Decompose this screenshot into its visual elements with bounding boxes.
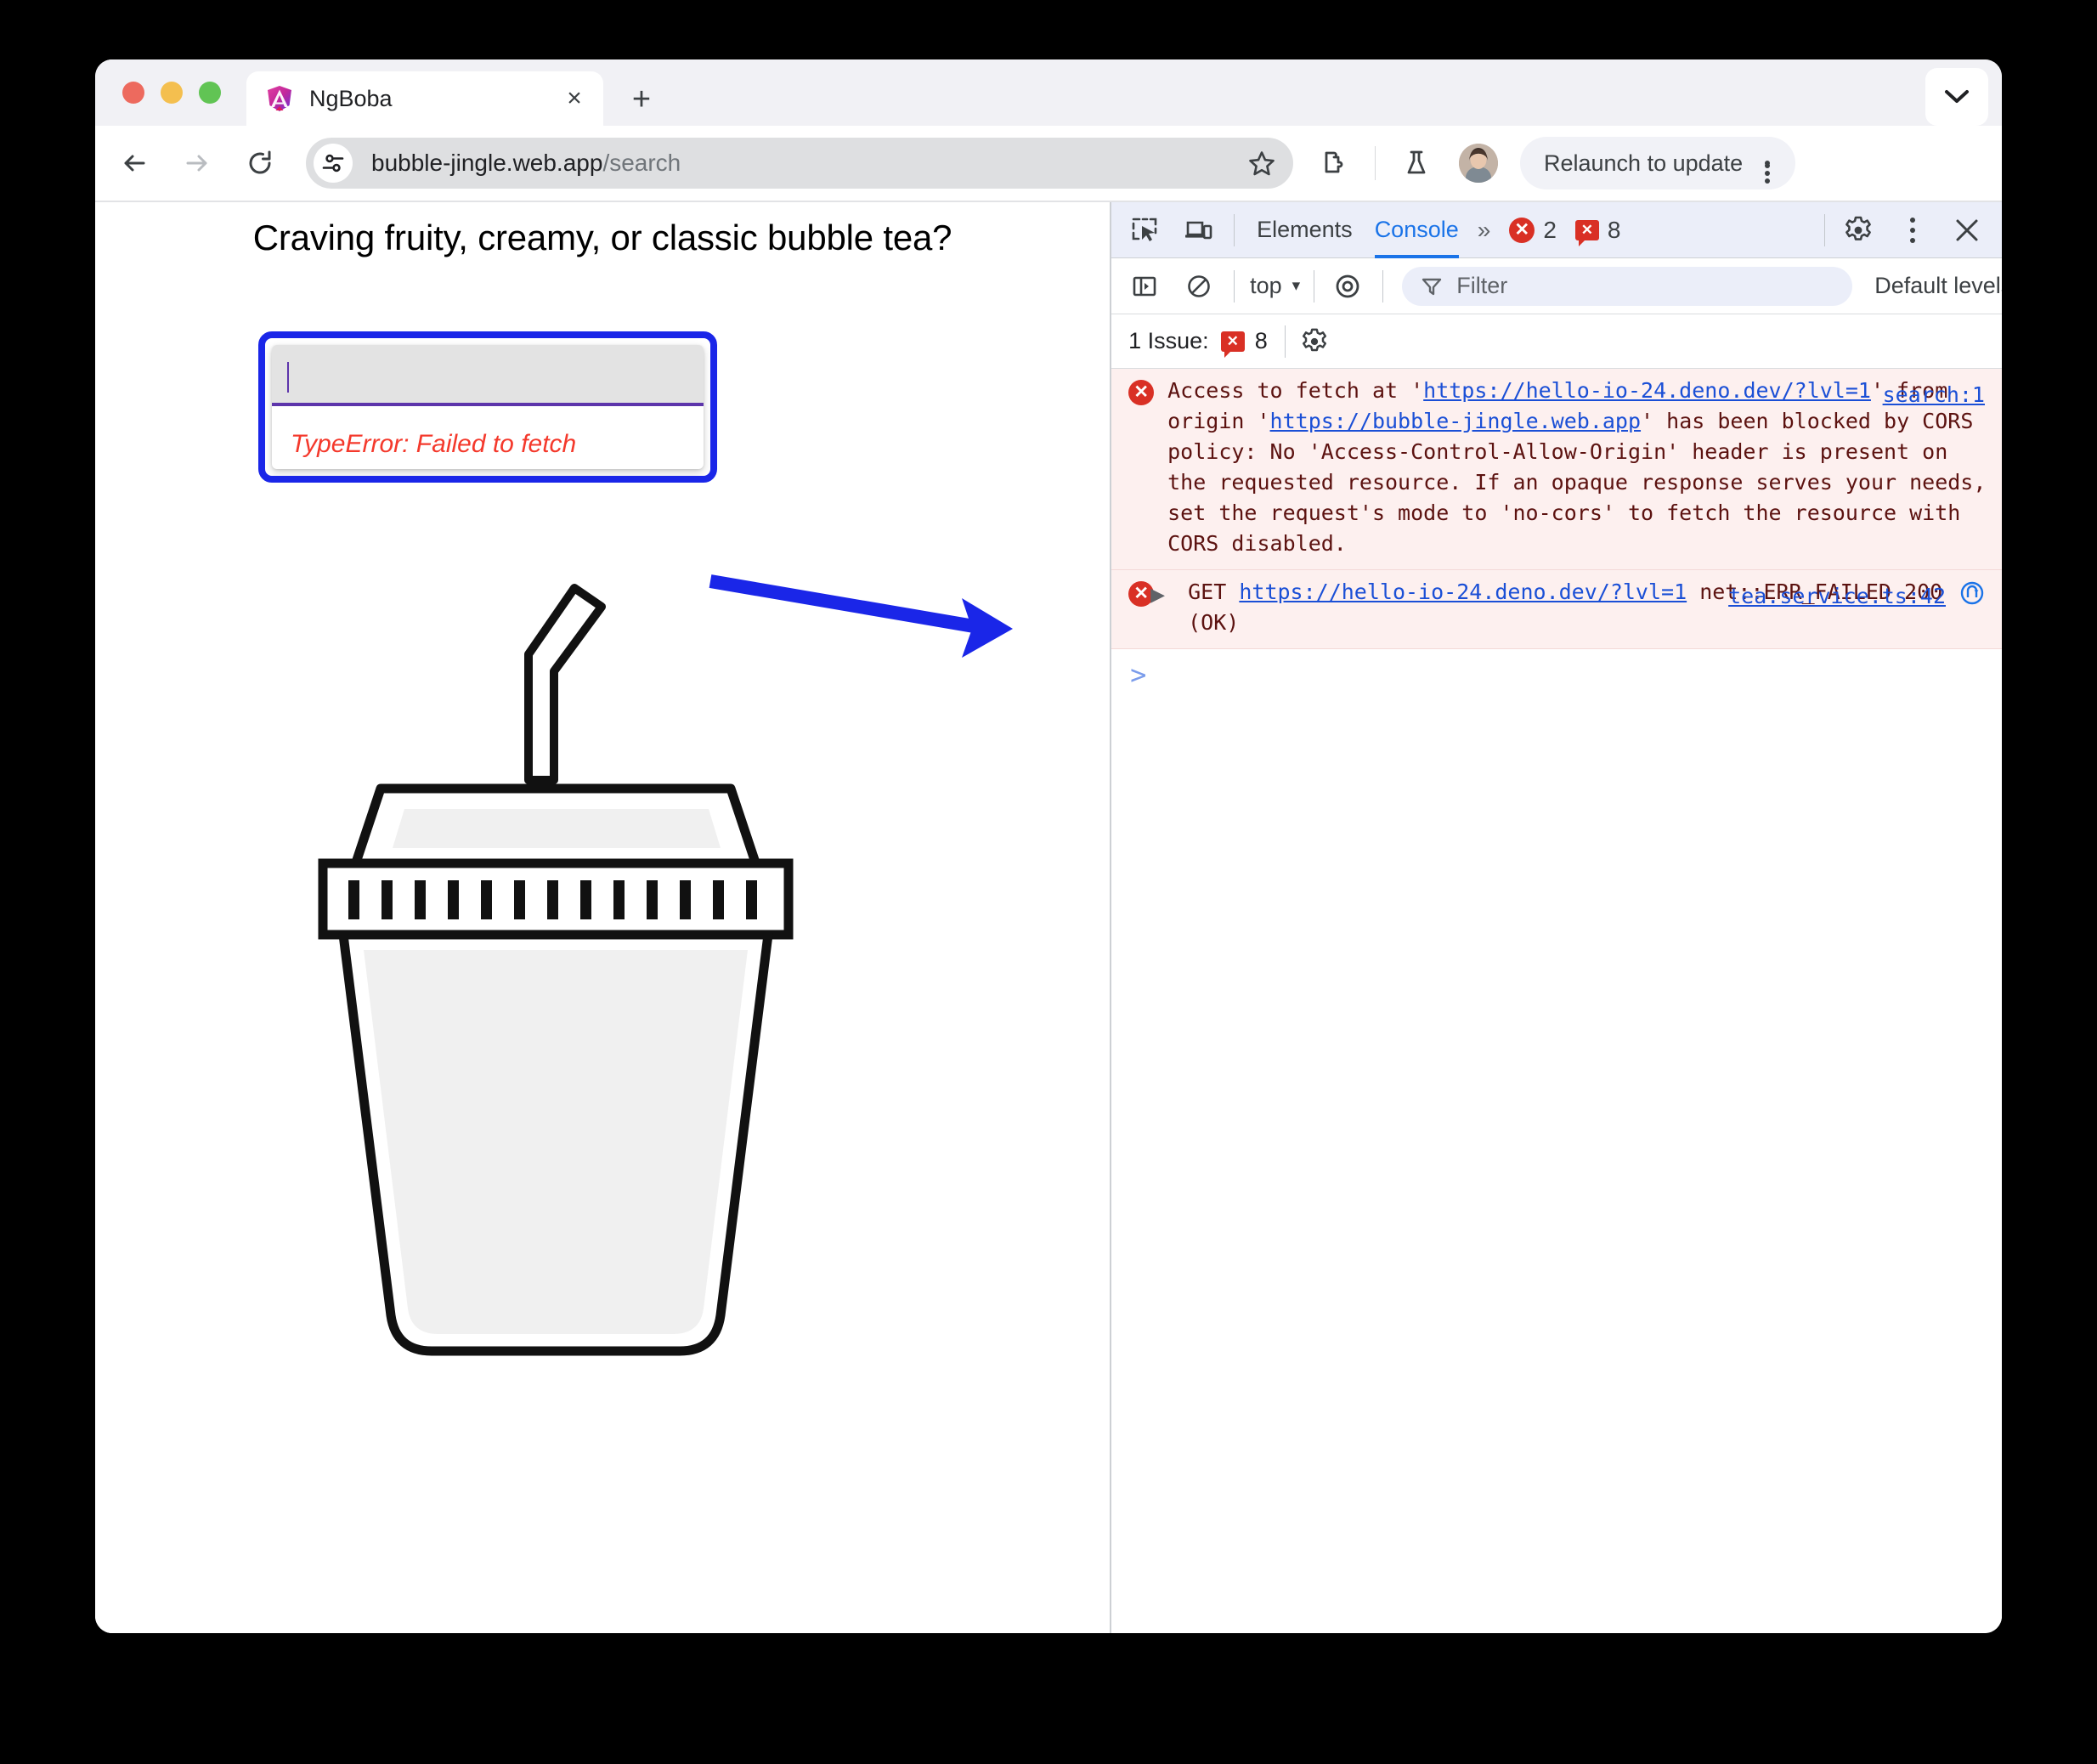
new-tab-button[interactable]: + (622, 80, 661, 119)
browser-tab-ngboba[interactable]: NgBoba × (246, 71, 603, 126)
reload-button[interactable] (236, 139, 284, 187)
browser-window: NgBoba × + bubble-jingle.web.app/search … (95, 59, 2002, 1633)
error-circle-icon: ✕ (1509, 217, 1535, 243)
console-input-prompt[interactable]: > (1111, 649, 2002, 700)
log-levels-label: Default levels (1874, 273, 2002, 298)
kebab-menu-icon[interactable] (1748, 144, 1787, 184)
angular-logo-icon (265, 84, 294, 113)
device-toolbar-icon[interactable] (1178, 209, 1220, 252)
chevron-down-icon: ▾ (1292, 277, 1301, 295)
message-link[interactable]: https://hello-io-24.deno.dev/?lvl=1 (1423, 378, 1871, 403)
tab-console[interactable]: Console (1375, 202, 1459, 258)
extensions-puzzle-icon[interactable] (1312, 141, 1356, 185)
header-divider (1234, 213, 1235, 246)
console-error-message[interactable]: ✕ search:1 Access to fetch at 'https://h… (1111, 369, 2002, 570)
clear-console-icon[interactable] (1178, 265, 1220, 308)
log-levels-select[interactable]: Default levels ▾ (1874, 273, 2002, 299)
console-error-message[interactable]: ✕ ▶ tea.service.ts:42 GET https://hello-… (1111, 570, 2002, 649)
error-count: 2 (1543, 216, 1557, 243)
url-text: bubble-jingle.web.app/search (371, 150, 681, 177)
devtools-panel: Elements Console » ✕ 2 ✕ 8 top ▾ Filter … (1110, 202, 2002, 1633)
flask-beaker-icon[interactable] (1394, 141, 1439, 185)
forward-button[interactable] (173, 139, 221, 187)
minimize-window-button[interactable] (161, 82, 183, 104)
subbar-divider (1234, 269, 1235, 302)
back-button[interactable] (110, 139, 158, 187)
issue-count-badge[interactable]: ✕ 8 (1574, 216, 1621, 246)
message-link[interactable]: https://hello-io-24.deno.dev/?lvl=1 (1239, 580, 1687, 604)
eye-icon[interactable] (1326, 265, 1369, 308)
annotation-highlight-box (258, 331, 717, 483)
issue-bubble-icon: ✕ (1574, 219, 1599, 246)
profile-avatar[interactable] (1459, 144, 1498, 183)
gear-icon[interactable] (1301, 328, 1328, 355)
close-window-button[interactable] (122, 82, 144, 104)
devtools-header: Elements Console » ✕ 2 ✕ 8 (1111, 202, 2002, 258)
toolbar-divider (1375, 146, 1376, 180)
tune-sliders-icon[interactable] (314, 144, 353, 183)
message-segment: Access to fetch at ' (1167, 378, 1424, 403)
browser-toolbar: bubble-jingle.web.app/search Relaunch to… (95, 126, 2002, 201)
maximize-window-button[interactable] (199, 82, 221, 104)
web-page-viewport: Craving fruity, creamy, or classic bubbl… (95, 202, 1111, 1633)
url-host: bubble-jingle.web.app (371, 150, 603, 176)
subbar-divider-3 (1382, 269, 1384, 302)
console-sidebar-icon[interactable] (1123, 265, 1166, 308)
address-bar[interactable]: bubble-jingle.web.app/search (306, 138, 1293, 189)
console-filter-input[interactable]: Filter (1402, 266, 1853, 306)
execution-context-select[interactable]: top ▾ (1250, 273, 1300, 299)
issue-bubble-icon: ✕ (1220, 331, 1245, 358)
issues-divider (1284, 325, 1286, 358)
jump-to-source-icon[interactable] (1959, 580, 1985, 614)
more-tabs-icon[interactable]: » (1478, 217, 1491, 244)
error-count-badge[interactable]: ✕ 2 (1509, 217, 1557, 244)
tab-title: NgBoba (309, 85, 393, 111)
inspect-element-icon[interactable] (1123, 209, 1166, 252)
url-path: /search (602, 150, 681, 176)
error-circle-icon: ✕ (1128, 380, 1155, 405)
issues-label: 1 Issue: (1128, 328, 1209, 353)
close-devtools-icon[interactable] (1946, 209, 1988, 252)
tab-strip: NgBoba × + (95, 59, 2002, 126)
message-source-link[interactable]: search:1 (1883, 380, 1985, 410)
expand-triangle-icon[interactable]: ▶ (1150, 581, 1165, 608)
message-source-link[interactable]: tea.service.ts:42 (1728, 581, 1946, 612)
context-label: top (1250, 273, 1282, 298)
message-text: Access to fetch at 'https://hello-io-24.… (1167, 376, 1988, 559)
prompt-chevron-icon: > (1130, 659, 1147, 691)
issue-count: 8 (1607, 216, 1621, 243)
relaunch-label: Relaunch to update (1544, 150, 1744, 176)
page-title: Craving fruity, creamy, or classic bubbl… (252, 218, 952, 257)
message-segment: GET (1188, 580, 1240, 604)
close-tab-button[interactable]: × (557, 82, 591, 116)
boba-cup-illustration (255, 525, 986, 1379)
console-toolbar: top ▾ Filter Default levels (1111, 258, 2002, 314)
kebab-menu-icon[interactable] (1891, 209, 1934, 252)
content-area: Craving fruity, creamy, or classic bubbl… (95, 201, 2002, 1633)
header-divider-2 (1824, 213, 1825, 246)
filter-funnel-icon (1421, 275, 1443, 297)
gear-icon[interactable] (1837, 209, 1879, 252)
relaunch-to-update-button[interactable]: Relaunch to update (1520, 137, 1796, 189)
tab-search-chevron-down-icon[interactable] (1925, 68, 1988, 126)
issues-summary-bar[interactable]: 1 Issue: ✕ 8 (1111, 314, 2002, 369)
filter-placeholder: Filter (1456, 273, 1508, 298)
star-outline-icon[interactable] (1242, 144, 1281, 183)
tab-elements[interactable]: Elements (1257, 202, 1353, 258)
message-link[interactable]: https://bubble-jingle.web.app (1270, 409, 1642, 433)
window-traffic-lights (122, 82, 221, 104)
issues-count: 8 (1254, 328, 1268, 353)
